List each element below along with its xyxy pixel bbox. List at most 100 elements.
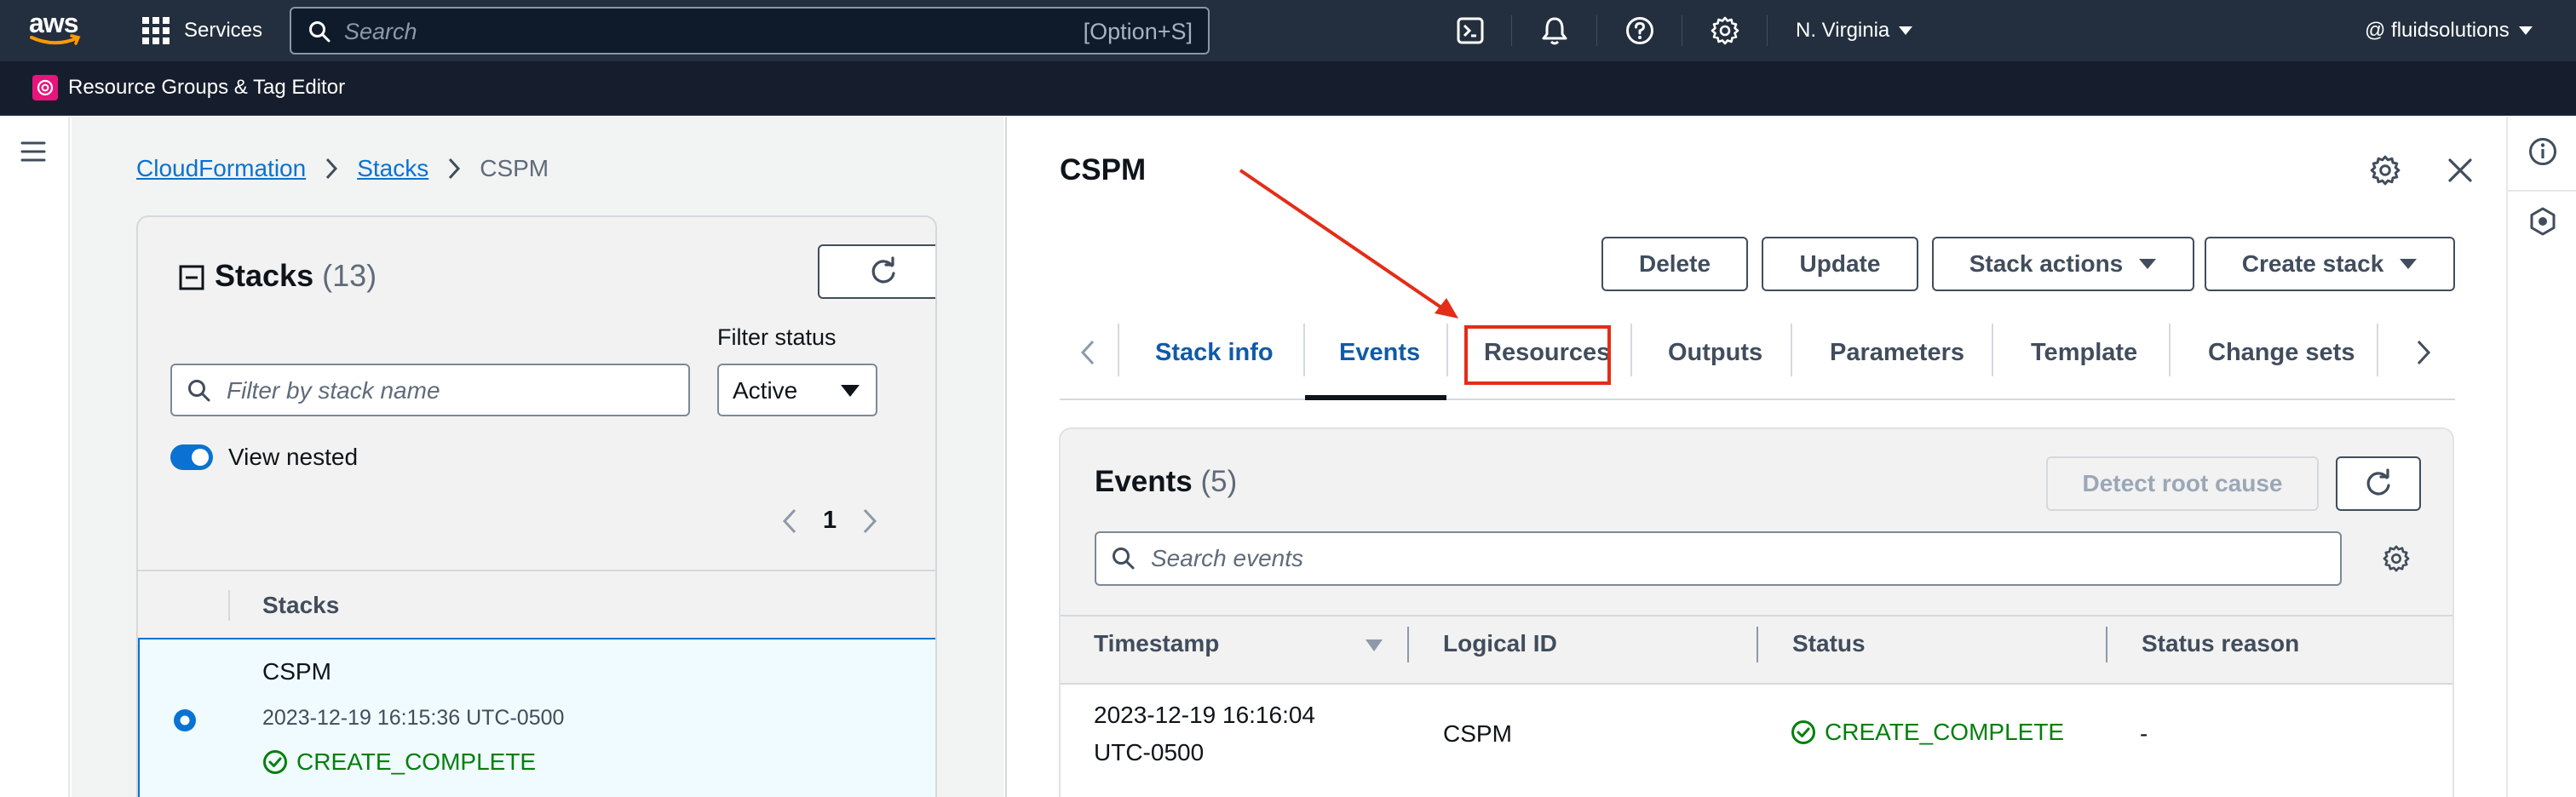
close-icon[interactable] <box>2447 157 2474 184</box>
event-status-text: CREATE_COMPLETE <box>1825 719 2065 745</box>
search-events[interactable] <box>1095 531 2342 586</box>
column-header-status[interactable]: Status <box>1792 630 1866 657</box>
tab-divider <box>1791 324 1792 376</box>
favorite-label: Resource Groups & Tag Editor <box>68 76 346 99</box>
filter-stack-name[interactable] <box>170 364 690 416</box>
info-icon[interactable] <box>2528 137 2557 166</box>
delete-button-label: Delete <box>1638 250 1711 277</box>
stack-status: CREATE_COMPLETE <box>262 748 536 776</box>
tab-divider <box>1446 324 1448 376</box>
events-count: (5) <box>1200 465 1238 498</box>
services-label: Services <box>184 19 263 42</box>
sort-descending-icon[interactable] <box>1365 639 1383 652</box>
services-menu[interactable]: Services <box>141 17 262 44</box>
chevron-right-icon <box>449 158 461 180</box>
stack-actions-button[interactable]: Stack actions <box>1932 237 2194 291</box>
nav-divider <box>1596 15 1597 46</box>
event-status: CREATE_COMPLETE <box>1791 719 2064 746</box>
search-events-input[interactable] <box>1151 543 2146 574</box>
view-nested-label: View nested <box>228 444 359 470</box>
filter-stack-name-input[interactable] <box>227 376 640 406</box>
tab-events[interactable]: Events <box>1339 339 1420 367</box>
hamburger-menu-icon[interactable] <box>20 140 46 163</box>
preferences-gear-icon[interactable] <box>2370 155 2401 186</box>
caret-down-icon <box>841 385 860 397</box>
chevron-right-icon[interactable] <box>862 507 877 535</box>
cloudshell-icon[interactable] <box>1457 17 1484 44</box>
notifications-bell-icon[interactable] <box>1540 15 1569 46</box>
success-check-icon <box>1791 720 1815 744</box>
help-icon[interactable] <box>1625 16 1654 45</box>
tabs-scroll-left-icon[interactable] <box>1080 339 1095 366</box>
detect-root-cause-button[interactable]: Detect root cause <box>2046 456 2319 511</box>
breadcrumb-cloudformation[interactable]: CloudFormation <box>136 155 306 182</box>
create-stack-label: Create stack <box>2241 250 2384 277</box>
search-shortcut: [Option+S] <box>1083 19 1193 44</box>
tab-parameters[interactable]: Parameters <box>1830 339 1964 367</box>
tab-divider <box>2377 324 2378 376</box>
global-search-input[interactable] <box>344 17 940 46</box>
table-row[interactable]: CSPM 2023-12-19 16:15:36 UTC-0500 CREATE… <box>138 638 935 797</box>
top-navigation: aws Services [Option+S] <box>0 0 2576 61</box>
aws-logo[interactable]: aws <box>29 9 89 49</box>
tools-rail <box>2506 117 2576 797</box>
annotation-arrow <box>1239 169 1458 318</box>
column-header-timestamp[interactable]: Timestamp <box>1094 630 1219 657</box>
tab-divider <box>1992 324 1993 376</box>
filter-status-select[interactable]: Active <box>717 364 877 416</box>
update-button[interactable]: Update <box>1762 237 1918 291</box>
table-preferences-gear-icon[interactable] <box>2383 545 2410 572</box>
stacks-table-header: Stacks <box>138 570 935 639</box>
favorite-resource-groups[interactable]: Resource Groups & Tag Editor <box>32 75 345 100</box>
refresh-events-button[interactable] <box>2336 456 2421 511</box>
active-tab-indicator <box>1305 395 1446 400</box>
global-search[interactable]: [Option+S] <box>290 7 1210 54</box>
caret-down-icon <box>2518 26 2533 35</box>
radio-selected[interactable] <box>172 708 198 733</box>
resource-groups-icon <box>32 75 58 100</box>
account-menu[interactable]: @ fluidsolutions <box>2365 19 2533 43</box>
tab-divider <box>2169 324 2171 376</box>
tabs-scroll-right-icon[interactable] <box>2416 339 2431 366</box>
event-timestamp-tz: UTC-0500 <box>1094 739 1205 765</box>
refresh-icon <box>871 256 895 284</box>
column-divider <box>2106 627 2107 662</box>
stack-status-text: CREATE_COMPLETE <box>296 748 537 775</box>
column-header-logical-id[interactable]: Logical ID <box>1443 630 1557 657</box>
nav-divider <box>1767 15 1768 46</box>
region-selector[interactable]: N. Virginia <box>1796 19 1913 43</box>
tab-template[interactable]: Template <box>2031 339 2137 367</box>
event-status-reason: - <box>2140 720 2148 747</box>
stack-name[interactable]: CSPM <box>262 658 331 685</box>
view-nested-toggle[interactable]: View nested <box>170 444 358 471</box>
caret-down-icon <box>2139 259 2157 269</box>
stack-actions-label: Stack actions <box>1969 250 2124 277</box>
tab-change-sets[interactable]: Change sets <box>2208 339 2355 367</box>
toggle-switch-on[interactable] <box>170 444 213 470</box>
column-header-status-reason[interactable]: Status reason <box>2142 630 2299 657</box>
update-button-label: Update <box>1799 250 1881 277</box>
nav-divider <box>1511 15 1512 46</box>
column-divider <box>1407 627 1409 662</box>
stacks-title: Stacks <box>215 258 314 293</box>
search-icon <box>188 380 210 402</box>
page-number[interactable]: 1 <box>823 507 837 535</box>
refresh-stacks-button[interactable] <box>818 244 935 299</box>
resources-tab-highlight-box <box>1464 325 1611 385</box>
column-header-stacks[interactable]: Stacks <box>262 592 339 619</box>
create-stack-button[interactable]: Create stack <box>2205 237 2455 291</box>
chevron-right-icon <box>326 158 338 180</box>
stack-timestamp: 2023-12-19 16:15:36 UTC-0500 <box>262 706 565 730</box>
hexagon-assistant-icon[interactable] <box>2528 207 2557 236</box>
chevron-left-icon[interactable] <box>782 507 797 535</box>
tab-stack-info[interactable]: Stack info <box>1155 339 1274 367</box>
tab-divider <box>1303 324 1305 376</box>
breadcrumb-stacks[interactable]: Stacks <box>357 155 428 182</box>
settings-gear-icon[interactable] <box>1711 16 1739 45</box>
tab-outputs[interactable]: Outputs <box>1668 339 1762 367</box>
collapse-icon[interactable] <box>179 265 204 290</box>
stack-detail-title: CSPM <box>1060 153 1147 186</box>
delete-button[interactable]: Delete <box>1601 237 1748 291</box>
success-check-icon <box>263 750 287 774</box>
events-container: Events (5) Detect root cause <box>1059 427 2454 797</box>
